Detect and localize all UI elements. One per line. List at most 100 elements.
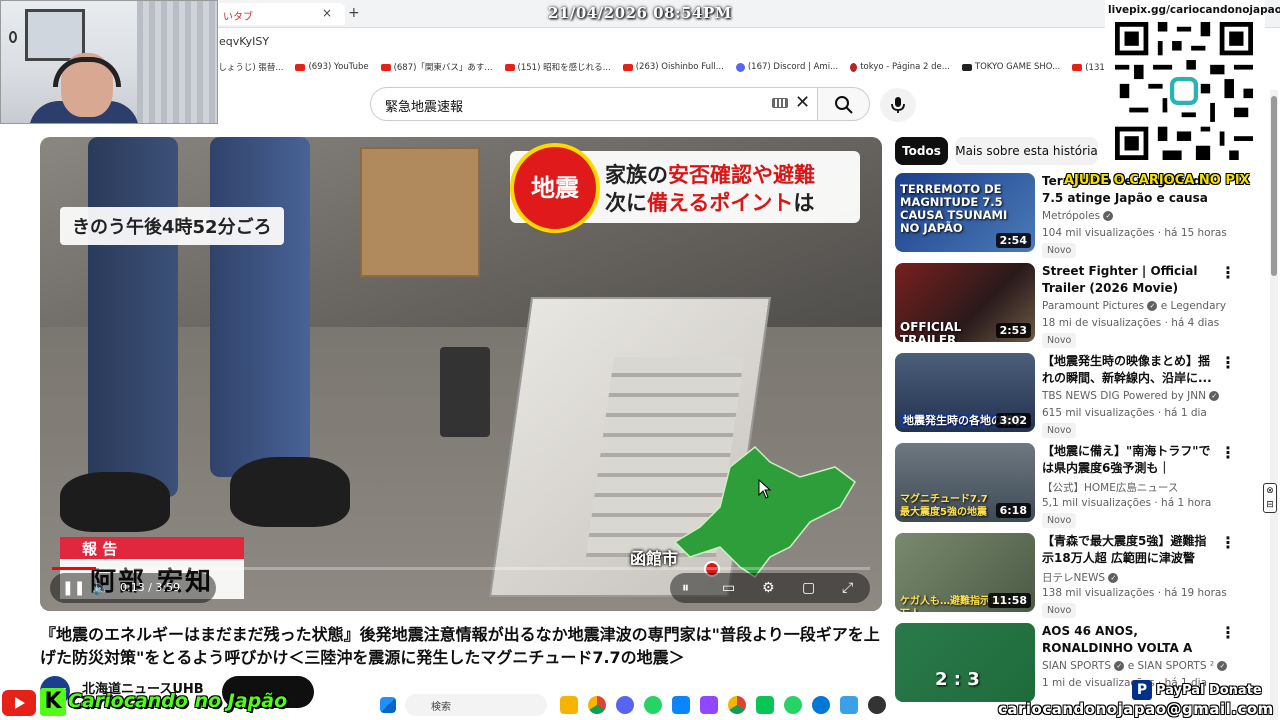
whatsapp-icon[interactable] — [784, 696, 802, 714]
discord-icon[interactable] — [616, 696, 634, 714]
verified-icon: ✓ — [1108, 573, 1119, 583]
rec-channel[interactable]: TBS NEWS DIG Powered by JNN ✓ — [1042, 390, 1227, 402]
recommendation-item[interactable]: OFFICIAL TRAILER 2:53 Street Fighter | O… — [895, 263, 1236, 348]
rec-thumbnail[interactable]: マグニチュード7.7 最大震度5強の地震 6:18 — [895, 443, 1035, 522]
search-query: 緊急地震速報 — [385, 100, 464, 115]
edge-icon[interactable] — [812, 696, 830, 714]
video-scene-shoe — [60, 472, 170, 532]
keyboard-icon[interactable] — [772, 98, 788, 108]
chrome-icon[interactable] — [728, 696, 746, 714]
map-city-label: 函館市 — [630, 549, 679, 568]
youtube-logo-icon — [2, 690, 36, 716]
chip-more-story[interactable]: Mais sobre esta história — [955, 137, 1098, 165]
tab-close-icon[interactable]: × — [322, 6, 332, 20]
video-scene-bin — [440, 347, 490, 437]
video-headline-line2: 次に備えるポイントは — [605, 191, 815, 215]
rec-channel[interactable]: SIAN SPORTS ✓ e SIAN SPORTS ² ✓ — [1042, 660, 1227, 672]
rec-duration: 2:54 — [995, 233, 1031, 248]
hokkaido-map — [673, 445, 856, 579]
discord-icon — [735, 62, 745, 72]
rec-title[interactable]: 【地震に備え】"南海トラフ"では県内震度6強予測も｜HOME... — [1042, 443, 1212, 477]
volume-icon[interactable]: 🔈 — [92, 580, 109, 596]
pause-icon[interactable]: ❚❚ — [62, 580, 85, 596]
rec-thumbnail[interactable]: TERREMOTO DE MAGNITUDE 7.5 CAUSA TSUNAMI… — [895, 173, 1035, 252]
rec-thumbnail[interactable]: OFFICIAL TRAILER 2:53 — [895, 263, 1035, 342]
captions-icon[interactable]: ▭ — [722, 580, 735, 596]
tab-title: いタブ — [223, 12, 253, 23]
more-actions-icon[interactable]: ⋮ — [1220, 355, 1236, 371]
video-title: 『地震のエネルギーはまだまだ残った状態』後発地震注意情報が出るなか地震津波の専門… — [40, 625, 880, 667]
clear-search-icon[interactable]: ✕ — [795, 92, 810, 113]
bookmark-item[interactable]: (263) Oishinbo Full... — [622, 62, 724, 72]
notepad-icon[interactable] — [840, 696, 858, 714]
obs-icon[interactable] — [868, 696, 886, 714]
app-icon[interactable] — [700, 696, 718, 714]
paypal-icon: P — [1132, 680, 1152, 700]
recommendation-item[interactable]: マグニチュード7.7 最大震度5強の地震 6:18 【地震に備え】"南海トラフ"… — [895, 443, 1236, 528]
windows-start-icon[interactable] — [380, 697, 396, 713]
rec-thumbnail[interactable]: ケガ人も…避難指示18万人 11:58 — [895, 533, 1035, 612]
time-display: 0:13 / 3:59 — [120, 581, 181, 594]
rec-duration: 3:02 — [995, 413, 1031, 428]
bookmark-item[interactable]: (151) 昭和を感じれる... — [504, 61, 611, 73]
line-icon[interactable] — [756, 696, 774, 714]
settings-gear-icon[interactable]: ⚙ — [762, 580, 775, 596]
chrome-icon[interactable] — [588, 696, 606, 714]
more-actions-icon[interactable]: ⋮ — [1220, 265, 1236, 281]
youtube-icon — [1072, 63, 1083, 71]
more-actions-icon[interactable]: ⋮ — [1220, 625, 1236, 641]
app-icon[interactable] — [672, 696, 690, 714]
taskbar-search[interactable]: 検索 — [405, 694, 547, 716]
rec-channel[interactable]: 日テレNEWS ✓ — [1042, 570, 1227, 585]
rec-channel[interactable]: Paramount Pictures ✓ e Legendary ✓ — [1042, 300, 1227, 312]
bookmark-item[interactable]: (687)「関東バス」あす... — [380, 61, 493, 73]
side-extension-icon[interactable]: ⊗ ⊟ — [1263, 483, 1277, 513]
bookmarks-bar: (しょうじ) 張替... (693) YouTube (687)「関東バス」あす… — [215, 56, 1115, 78]
more-actions-icon[interactable]: ⋮ — [1220, 445, 1236, 461]
new-tab-icon[interactable]: + — [348, 5, 360, 21]
recommendation-item[interactable]: 地震発生時の各地の様子 3:02 【地震発生時の映像まとめ】揺れの瞬間、新幹線内… — [895, 353, 1236, 438]
autoplay-pause-icon[interactable]: ⏸ — [682, 580, 689, 596]
bookmark-item[interactable]: (693) YouTube — [295, 62, 369, 72]
rec-thumb-text: マグニチュード7.7 最大震度5強の地震 — [900, 494, 988, 518]
rec-channel[interactable]: 【公式】HOME広島ニュース — [1042, 480, 1227, 495]
verified-icon: ✓ — [1114, 661, 1125, 671]
voice-search-button[interactable] — [880, 88, 916, 122]
kick-logo-icon: K — [40, 688, 66, 716]
whatsapp-icon[interactable] — [644, 696, 662, 714]
file-explorer-icon[interactable] — [560, 696, 578, 714]
paypal-donate-label: PayPal Donate — [1156, 683, 1262, 698]
player-controls-left: ❚❚ 🔈 0:13 / 3:59 — [50, 573, 216, 603]
chip-all[interactable]: Todos — [895, 137, 948, 165]
contact-email: cariocandonojapao@gmail.com — [998, 700, 1274, 718]
bookmark-item[interactable]: tokyo - Página 2 de... — [850, 62, 950, 72]
search-input[interactable]: 緊急地震速報 — [370, 87, 818, 121]
bookmark-item[interactable]: (167) Discord | Ami... — [735, 62, 838, 72]
rec-channel[interactable]: Metrópoles ✓ — [1042, 210, 1227, 222]
search-button[interactable] — [818, 87, 870, 121]
mic-icon — [891, 97, 905, 113]
rec-title[interactable]: AOS 46 ANOS, RONALDINHO VOLTA A VESTIR A… — [1042, 623, 1212, 657]
bookmark-item[interactable]: TOKYO GAME SHO... — [961, 62, 1060, 72]
rec-title[interactable]: 【青森で最大震度5強】避難指示18万人超 広範囲に津波警報... — [1042, 533, 1212, 567]
pix-banner: AJUDE O CARIOCA NO PIX — [1064, 173, 1250, 188]
theater-mode-icon[interactable]: ▢ — [802, 580, 815, 596]
video-progress-bar[interactable] — [52, 567, 870, 570]
bookmark-item[interactable]: (しょうじ) 張替... — [215, 61, 283, 73]
fullscreen-icon[interactable]: ⤢ — [842, 580, 853, 596]
rec-thumbnail[interactable]: 2 : 3 — [895, 623, 1035, 702]
video-scene-box — [360, 147, 480, 277]
rec-title[interactable]: 【地震発生時の映像まとめ】揺れの瞬間、新幹線内、沿岸に... — [1042, 353, 1212, 387]
tgs-icon — [961, 63, 972, 71]
scrollbar-thumb[interactable] — [1271, 96, 1277, 276]
video-scene-leg — [210, 137, 310, 477]
rec-meta: 138 mil visualizações · há 19 horas — [1042, 587, 1227, 599]
rec-title[interactable]: Street Fighter | Official Trailer (2026 … — [1042, 263, 1212, 297]
youtube-icon — [504, 63, 515, 71]
rec-thumbnail[interactable]: 地震発生時の各地の様子 3:02 — [895, 353, 1035, 432]
address-bar[interactable]: eqvKyISY — [215, 30, 1095, 52]
more-actions-icon[interactable]: ⋮ — [1220, 535, 1236, 551]
video-player[interactable]: きのう午後4時52分ごろ 地震 家族の安否確認や避難 次に備えるポイントは 函館… — [40, 137, 882, 611]
video-scene-leg — [88, 137, 178, 497]
recommendation-item[interactable]: ケガ人も…避難指示18万人 11:58 【青森で最大震度5強】避難指示18万人超… — [895, 533, 1236, 618]
